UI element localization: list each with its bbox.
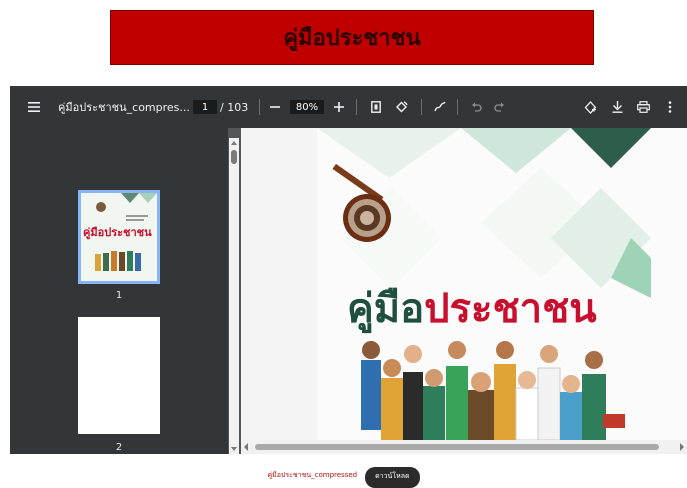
thumbnail-label-1: 1 [115, 290, 123, 301]
toolbar-divider [457, 99, 458, 115]
total-pages: / 103 [220, 100, 249, 114]
undo-icon[interactable] [466, 86, 486, 128]
cover-title-red: ประชาชน [424, 286, 597, 332]
banner-title: คู่มือประชาชน [283, 25, 421, 51]
cover-title-black: คู่มือ [347, 286, 425, 332]
rotate-icon[interactable] [391, 86, 411, 128]
page-thumbnail-2[interactable] [78, 317, 160, 434]
toolbar-divider [356, 99, 357, 115]
zoom-in-icon[interactable] [329, 86, 349, 128]
page-number-input[interactable]: 1 [193, 100, 217, 114]
add-note-icon[interactable] [580, 86, 600, 128]
redo-icon[interactable] [489, 86, 509, 128]
pdf-toolbar: คู่มือประชาชน_compres... 1 / 103 80% [10, 86, 687, 128]
document-title: คู่มือประชาชน_compres... [58, 101, 190, 114]
print-icon[interactable] [633, 86, 653, 128]
page-banner: คู่มือประชาชน [110, 10, 594, 65]
fit-page-icon[interactable] [366, 86, 386, 128]
pdf-viewer: คู่มือประชาชน_compres... 1 / 103 80% คู่… [10, 86, 687, 454]
cover-title: คู่มือประชาชน [347, 276, 597, 340]
more-options-icon[interactable] [660, 86, 680, 128]
thumbnail-sidebar: คู่มือประชาชน 1 2 [10, 128, 228, 454]
toolbar-divider [259, 99, 260, 115]
file-name-link[interactable]: คู่มือประชาชน_compressed [267, 470, 357, 481]
zoom-level-input[interactable]: 80% [290, 100, 324, 114]
page-thumbnail-1[interactable]: คู่มือประชาชน [78, 190, 160, 284]
thumbnail-title: คู่มือประชาชน [83, 226, 152, 239]
hamburger-menu-icon[interactable] [24, 86, 44, 128]
vertical-scrollbar[interactable] [229, 138, 239, 454]
vertical-scroll-thumb[interactable] [231, 150, 237, 164]
download-icon[interactable] [607, 86, 627, 128]
zoom-out-icon[interactable] [265, 86, 285, 128]
pdf-page-1: คู่มือประชาชน [241, 128, 687, 440]
download-button[interactable]: ดาวน์โหลด [365, 466, 420, 488]
download-footer: คู่มือประชาชน_compressed ดาวน์โหลด [0, 466, 687, 488]
thumbnail-label-2: 2 [115, 442, 123, 453]
toolbar-divider [421, 99, 422, 115]
annotate-pen-icon[interactable] [430, 86, 450, 128]
horizontal-scroll-thumb[interactable] [255, 444, 659, 450]
horizontal-scrollbar[interactable] [241, 440, 687, 454]
